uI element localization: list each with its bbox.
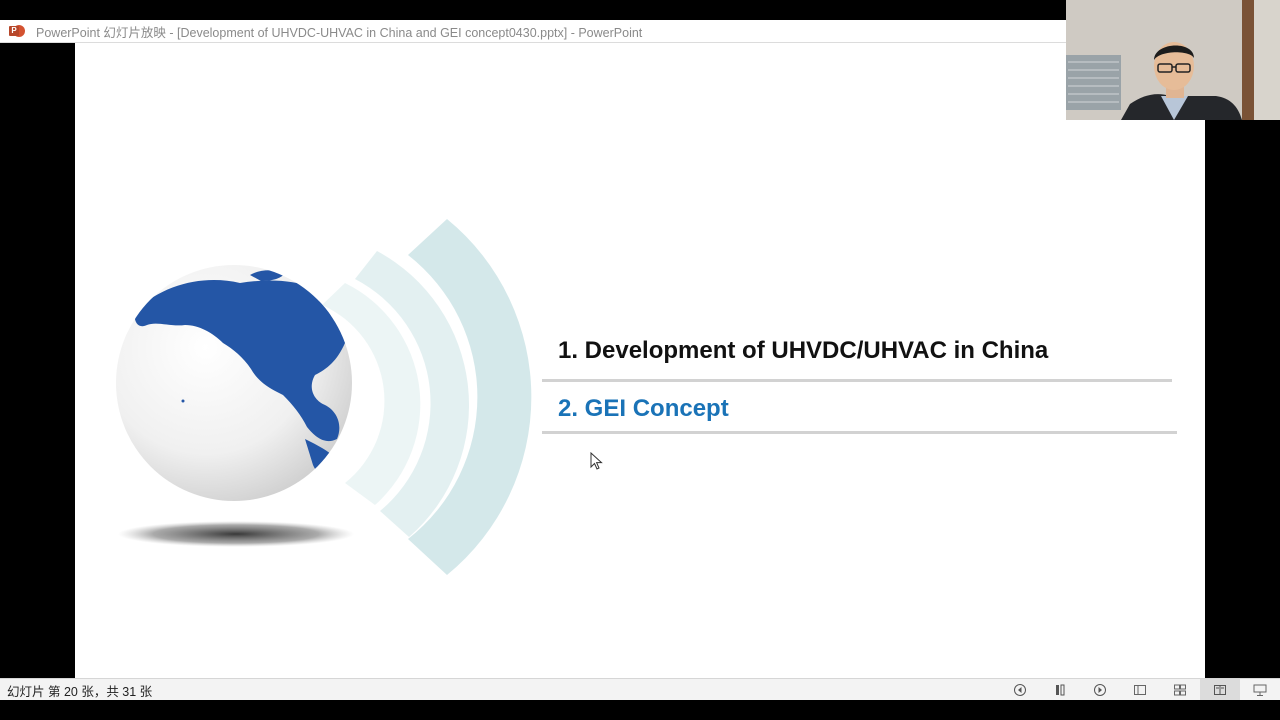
window-title: PowerPoint 幻灯片放映 - [Development of UHVDC… — [36, 25, 643, 40]
status-bar: 幻灯片 第 20 张，共 31 张 — [0, 678, 1280, 701]
slide-sorter-icon[interactable] — [1160, 679, 1200, 701]
powerpoint-icon: P — [9, 23, 25, 39]
presenter-webcam — [1066, 0, 1280, 120]
next-slide-icon[interactable] — [1080, 679, 1120, 701]
divider-2 — [542, 431, 1177, 434]
normal-view-icon[interactable] — [1120, 679, 1160, 701]
divider-1 — [542, 379, 1172, 382]
slide-item-development: 1. Development of UHVDC/UHVAC in China — [558, 337, 1049, 364]
slide-counter: 幻灯片 第 20 张，共 31 张 — [7, 684, 153, 699]
pause-icon[interactable] — [1040, 679, 1080, 701]
prev-slide-icon[interactable] — [1000, 679, 1040, 701]
window-titlebar: P PowerPoint 幻灯片放映 - [Development of UHV… — [0, 20, 1066, 43]
reading-view-icon[interactable] — [1200, 679, 1240, 701]
slide-item-gei-concept: 2. GEI Concept — [558, 395, 729, 422]
bottom-letterbox — [0, 700, 1280, 720]
mouse-cursor-icon — [590, 452, 603, 470]
slide-canvas[interactable]: 1. Development of UHVDC/UHVAC in China 2… — [75, 43, 1205, 678]
slideshow-icon[interactable] — [1240, 679, 1280, 701]
